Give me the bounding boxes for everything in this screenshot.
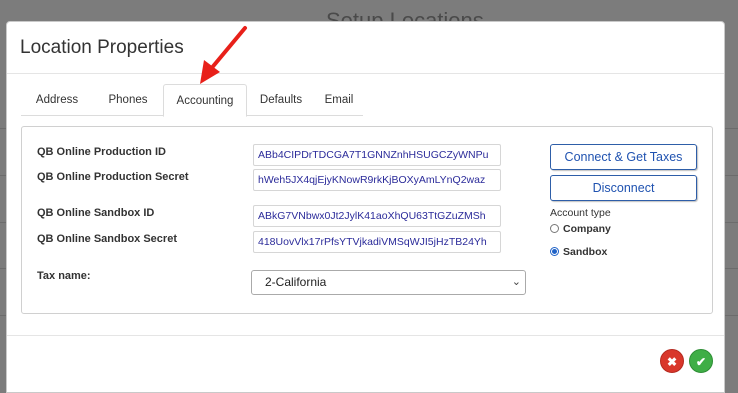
- account-type-company-option[interactable]: Company: [550, 223, 611, 235]
- footer-divider: [7, 335, 724, 336]
- radio-sandbox-icon[interactable]: [550, 247, 559, 256]
- qb-production-id-label: QB Online Production ID: [37, 146, 166, 158]
- qb-production-secret-label: QB Online Production Secret: [37, 171, 189, 183]
- tab-accounting[interactable]: Accounting: [163, 84, 247, 117]
- qb-sandbox-id-label: QB Online Sandbox ID: [37, 207, 155, 219]
- tax-name-label: Tax name:: [37, 270, 91, 282]
- modal-title: Location Properties: [20, 37, 184, 58]
- qb-sandbox-secret-label: QB Online Sandbox Secret: [37, 233, 177, 245]
- radio-company-icon[interactable]: [550, 224, 559, 233]
- ok-button[interactable]: ✔: [689, 349, 713, 373]
- tax-name-select[interactable]: 2-California ⌄: [251, 270, 526, 295]
- disconnect-button[interactable]: Disconnect: [550, 175, 697, 201]
- chevron-down-icon: ⌄: [511, 276, 521, 288]
- tab-address[interactable]: Address: [21, 84, 93, 116]
- tab-email[interactable]: Email: [315, 84, 363, 116]
- sandbox-label: Sandbox: [563, 246, 608, 258]
- tab-bar: Address Phones Accounting Defaults Email: [21, 84, 363, 117]
- qb-production-secret-input[interactable]: hWeh5JX4qjEjyKNowR9rkKjBOXyAmLYnQ2waz: [253, 169, 501, 191]
- tax-name-value: 2-California: [265, 275, 327, 289]
- connect-get-taxes-button[interactable]: Connect & Get Taxes: [550, 144, 697, 170]
- tab-phones[interactable]: Phones: [93, 84, 163, 116]
- annotation-arrow-icon: [200, 26, 247, 84]
- tab-defaults[interactable]: Defaults: [247, 84, 315, 116]
- qb-production-id-input[interactable]: ABb4CIPDrTDCGA7T1GNNZnhHSUGCZyWNPu: [253, 144, 501, 166]
- qb-sandbox-id-input[interactable]: ABkG7VNbwx0Jt2JylK41aoXhQU63TtGZuZMSh: [253, 205, 501, 227]
- account-type-label: Account type: [550, 207, 611, 219]
- qb-sandbox-secret-input[interactable]: 418UovVlx17rPfsYTVjkadiVMSqWJI5jHzTB24Yh: [253, 231, 501, 253]
- cancel-button[interactable]: ✖: [660, 349, 684, 373]
- location-properties-dialog: Location Properties Address Phones Accou…: [6, 21, 725, 393]
- company-label: Company: [563, 223, 611, 235]
- modal-header: Location Properties: [7, 22, 724, 74]
- accounting-panel: QB Online Production ID ABb4CIPDrTDCGA7T…: [21, 126, 713, 314]
- account-type-sandbox-option[interactable]: Sandbox: [550, 246, 607, 258]
